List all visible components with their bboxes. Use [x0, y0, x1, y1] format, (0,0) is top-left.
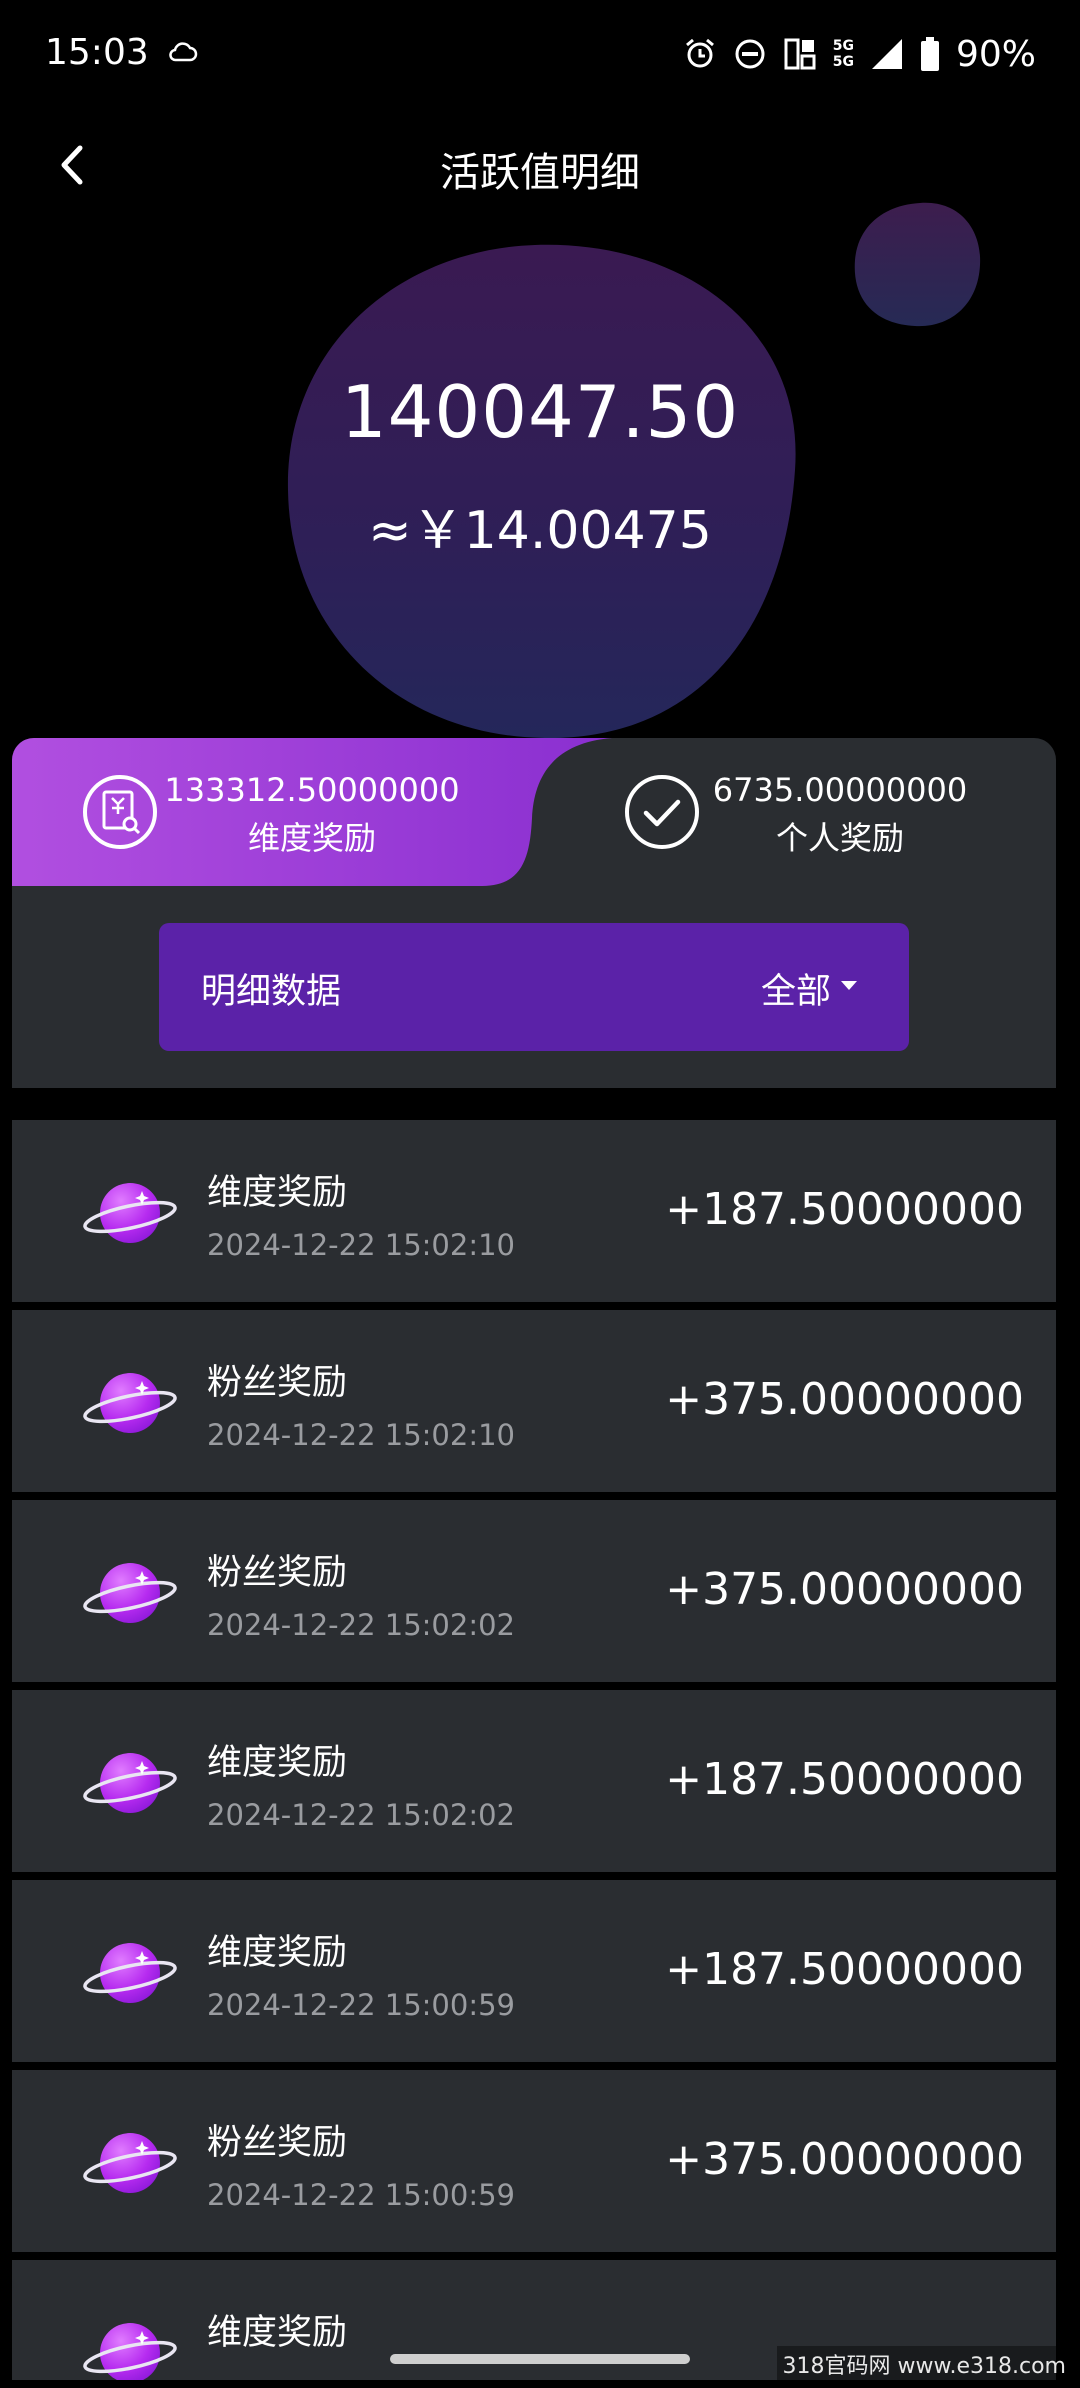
- home-indicator[interactable]: [390, 2354, 690, 2364]
- record-type: 粉丝奖励: [207, 1363, 348, 1403]
- planet-icon: [80, 1555, 180, 1631]
- record-time: 2024-12-22 15:02:10: [207, 1228, 515, 1262]
- list-item[interactable]: 粉丝奖励 2024-12-22 15:00:59 +375.00000000: [12, 2070, 1056, 2252]
- record-type: 粉丝奖励: [207, 2123, 348, 2163]
- planet-icon: [80, 1365, 180, 1441]
- planet-icon: [80, 1175, 180, 1251]
- do-not-disturb-icon: [735, 39, 765, 69]
- record-amount: +375.00000000: [665, 1374, 1024, 1425]
- record-type: 维度奖励: [207, 1933, 348, 1973]
- tab-personal-reward[interactable]: 6735.00000000 个人奖励: [532, 738, 1056, 886]
- record-amount: +187.50000000: [665, 1184, 1024, 1235]
- status-bar: 15:03 5G 5G 90%: [0, 0, 1080, 110]
- tab-dimension-reward[interactable]: 133312.50000000 维度奖励: [12, 738, 532, 886]
- planet-icon: [80, 1745, 180, 1821]
- alarm-icon: [685, 38, 714, 68]
- record-time: 2024-12-22 15:02:10: [207, 1418, 515, 1452]
- list-item[interactable]: 维度奖励 2024-12-22 15:00:59 +187.50000000: [12, 1880, 1056, 2062]
- record-type: 维度奖励: [207, 1173, 348, 1213]
- check-circle-icon: [625, 775, 699, 849]
- network-type: 5G 5G: [832, 38, 854, 70]
- list-item[interactable]: 粉丝奖励 2024-12-22 15:02:10 +375.00000000: [12, 1310, 1056, 1492]
- status-time: 15:03: [45, 32, 149, 73]
- cloud-icon: [169, 42, 198, 62]
- tab-value: 133312.50000000: [164, 771, 460, 809]
- decorative-blob-small: [854, 202, 981, 327]
- list-item[interactable]: 粉丝奖励 2024-12-22 15:02:02 +375.00000000: [12, 1500, 1056, 1682]
- caret-down-icon[interactable]: [841, 981, 857, 990]
- record-type: 粉丝奖励: [207, 1553, 348, 1593]
- battery-icon: [920, 37, 939, 71]
- tab-label: 维度奖励: [247, 819, 376, 857]
- record-amount: +187.50000000: [665, 1754, 1024, 1805]
- filter-label: 明细数据: [201, 972, 342, 1012]
- record-time: 2024-12-22 15:02:02: [207, 1608, 515, 1642]
- record-type: 维度奖励: [207, 1743, 348, 1783]
- page-title: 活跃值明细: [440, 150, 640, 196]
- record-type: 维度奖励: [207, 2313, 348, 2353]
- receipt-search-icon: [83, 775, 157, 849]
- tab-label: 个人奖励: [775, 819, 904, 857]
- record-time: 2024-12-22 15:00:59: [207, 1988, 515, 2022]
- watermark: 318官码网 www.e318.com: [776, 2346, 1072, 2382]
- record-amount: +375.00000000: [665, 1564, 1024, 1615]
- list-item[interactable]: 维度奖励 2024-12-22 15:02:02 +187.50000000: [12, 1690, 1056, 1872]
- status-icons: 5G 5G 90%: [683, 32, 1036, 76]
- records-list: 维度奖励 2024-12-22 15:02:10 +187.50000000 粉…: [12, 1120, 1056, 2388]
- record-time: 2024-12-22 15:00:59: [207, 2178, 515, 2212]
- approx-cny-value: ≈￥14.00475: [368, 501, 712, 561]
- record-amount: +187.50000000: [665, 1944, 1024, 1995]
- planet-icon: [80, 2315, 180, 2380]
- record-time: 2024-12-22 15:02:02: [207, 1798, 515, 1832]
- filter-dropdown[interactable]: 全部: [761, 963, 831, 1014]
- battery-percent: 90%: [955, 33, 1036, 75]
- reward-panel: 133312.50000000 维度奖励 6735.00000000 个人奖励 …: [12, 738, 1056, 1088]
- record-amount: +375.00000000: [665, 2134, 1024, 2185]
- total-active-value: 140047.50: [340, 370, 740, 454]
- tab-value: 6735.00000000: [712, 771, 968, 809]
- nfc-icon: [784, 38, 816, 70]
- detail-filter-bar: 明细数据 全部: [159, 923, 909, 1051]
- planet-icon: [80, 1935, 180, 2011]
- planet-icon: [80, 2125, 180, 2201]
- list-item[interactable]: 维度奖励 2024-12-22 15:02:10 +187.50000000: [12, 1120, 1056, 1302]
- signal-icon: [871, 39, 902, 69]
